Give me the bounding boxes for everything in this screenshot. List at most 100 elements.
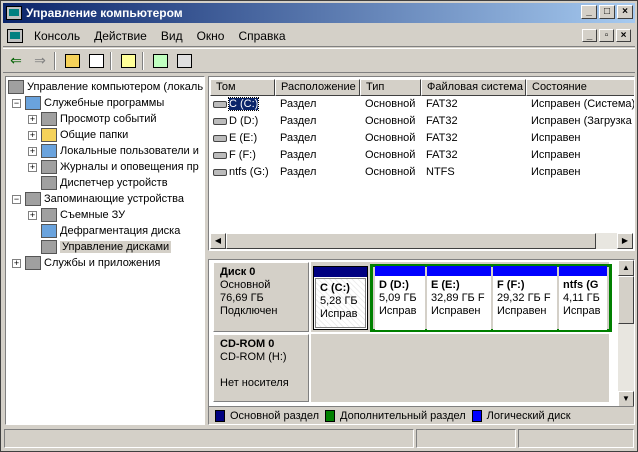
- table-row[interactable]: ntfs (G:) Раздел Основной NTFS Исправен: [211, 164, 634, 181]
- title-bar[interactable]: Управление компьютером _ □ ×: [3, 3, 635, 23]
- refresh-icon[interactable]: [149, 51, 171, 71]
- tree-item-system-tools[interactable]: − Служебные программы: [12, 95, 164, 111]
- drive-icon: [213, 134, 227, 142]
- legend-extended: Дополнительный раздел: [340, 409, 466, 422]
- expand-icon[interactable]: +: [28, 130, 37, 140]
- tree-item-event-viewer[interactable]: + Просмотр событий: [28, 111, 157, 127]
- tree-item-computer-management[interactable]: Управление компьютером (локаль: [8, 79, 203, 95]
- tree-item-local-users[interactable]: + Локальные пользователи и: [28, 143, 199, 159]
- menu-help[interactable]: Справка: [231, 29, 292, 43]
- cdrom-0-area[interactable]: [311, 334, 609, 402]
- tree-item-storage[interactable]: − Запоминающие устройства: [12, 191, 184, 207]
- scroll-thumb[interactable]: [226, 233, 596, 249]
- tree-item-removable-storage[interactable]: + Съемные ЗУ: [28, 207, 125, 223]
- mdi-restore-button[interactable]: ▫: [599, 29, 614, 42]
- collapse-icon[interactable]: −: [12, 98, 21, 108]
- expand-icon[interactable]: +: [28, 114, 37, 124]
- minimize-button[interactable]: _: [581, 5, 597, 19]
- close-button[interactable]: ×: [617, 5, 633, 19]
- volume-layout: Раздел: [280, 115, 317, 127]
- table-row[interactable]: C (C:) Раздел Основной FAT32 Исправен (С…: [211, 96, 634, 113]
- menu-window[interactable]: Окно: [190, 29, 232, 43]
- partition-name: E (E:): [431, 279, 460, 291]
- column-header-layout[interactable]: Расположение: [275, 79, 360, 96]
- show-tree-icon[interactable]: [85, 51, 107, 71]
- expand-icon[interactable]: +: [28, 210, 37, 220]
- scroll-up-icon[interactable]: ▲: [618, 260, 634, 276]
- scroll-down-icon[interactable]: ▼: [618, 391, 634, 407]
- tree-item-disk-management[interactable]: Управление дисками: [41, 239, 172, 255]
- disk-0-label[interactable]: Диск 0 Основной 76,69 ГБ Подключен: [213, 262, 309, 332]
- partition-c[interactable]: C (C:) 5,28 ГБ Исправ: [313, 266, 368, 330]
- partition-g[interactable]: ntfs (G 4,11 ГБ Исправ: [559, 266, 607, 330]
- partition-f[interactable]: F (F:) 29,32 ГБ F Исправен: [493, 266, 557, 330]
- volume-type: Основной: [365, 115, 416, 127]
- menu-action[interactable]: Действие: [87, 29, 154, 43]
- partition-e[interactable]: E (E:) 32,89 ГБ F Исправен: [427, 266, 491, 330]
- status-bar: [4, 429, 636, 449]
- column-header-volume[interactable]: Том: [210, 79, 275, 96]
- table-row[interactable]: F (F:) Раздел Основной FAT32 Исправен: [211, 147, 634, 164]
- forward-arrow-icon[interactable]: ⇒: [29, 51, 51, 71]
- partition-name: D (D:): [379, 279, 409, 291]
- up-folder-icon[interactable]: [61, 51, 83, 71]
- menu-console[interactable]: Консоль: [27, 29, 87, 43]
- volume-filesystem: FAT32: [426, 132, 458, 144]
- table-row[interactable]: D (D:) Раздел Основной FAT32 Исправен (З…: [211, 113, 634, 130]
- device-manager-icon: [41, 176, 57, 190]
- cdrom-0-label[interactable]: CD-ROM 0 CD-ROM (H:) Нет носителя: [213, 334, 309, 402]
- properties-icon[interactable]: [173, 51, 195, 71]
- disk-graphical-view: Диск 0 Основной 76,69 ГБ Подключен C (C:…: [208, 259, 635, 425]
- mdi-close-button[interactable]: ×: [616, 29, 631, 42]
- volume-type: Основной: [365, 132, 416, 144]
- volume-type: Основной: [365, 149, 416, 161]
- expand-icon[interactable]: +: [12, 258, 21, 268]
- maximize-button[interactable]: □: [599, 5, 615, 19]
- collapse-icon[interactable]: −: [12, 194, 21, 204]
- back-arrow-icon[interactable]: ⇐: [5, 51, 27, 71]
- tree-item-defragmentation[interactable]: Дефрагментация диска: [41, 223, 180, 239]
- expand-icon[interactable]: +: [28, 146, 37, 156]
- status-pane: [4, 429, 414, 448]
- partition-size: 4,11 ГБ: [563, 292, 600, 304]
- tree-item-logs-alerts[interactable]: + Журналы и оповещения пр: [28, 159, 199, 175]
- vertical-scrollbar[interactable]: ▲ ▼: [618, 260, 634, 407]
- window-title: Управление компьютером: [26, 6, 183, 20]
- mdi-minimize-button[interactable]: _: [582, 29, 597, 42]
- disk-management-icon: [41, 240, 57, 254]
- drive-icon: [213, 151, 227, 159]
- help-icon[interactable]: [117, 51, 139, 71]
- partition-status: Исправ: [563, 305, 601, 317]
- drive-icon: [213, 168, 227, 176]
- volume-status: Исправен: [531, 149, 581, 161]
- scroll-right-icon[interactable]: ▶: [617, 233, 633, 249]
- column-header-type[interactable]: Тип: [360, 79, 421, 96]
- console-icon[interactable]: [7, 28, 23, 43]
- partition-d[interactable]: D (D:) 5,09 ГБ Исправ: [375, 266, 425, 330]
- volume-layout: Раздел: [280, 166, 317, 178]
- computer-management-icon: [6, 6, 22, 20]
- table-row[interactable]: E (E:) Раздел Основной FAT32 Исправен: [211, 130, 634, 147]
- main-window: Управление компьютером _ □ × Консоль Дей…: [0, 0, 638, 452]
- scroll-left-icon[interactable]: ◀: [210, 233, 226, 249]
- volume-filesystem: FAT32: [426, 98, 458, 110]
- toolbar: ⇐ ⇒: [3, 48, 635, 73]
- tree-item-services-apps[interactable]: + Службы и приложения: [12, 255, 160, 271]
- menu-view[interactable]: Вид: [154, 29, 190, 43]
- horizontal-scrollbar[interactable]: ◀ ▶: [210, 233, 633, 249]
- volume-name: ntfs (G:): [229, 166, 269, 178]
- expand-icon[interactable]: +: [28, 162, 37, 172]
- volume-status: Исправен: [531, 132, 581, 144]
- column-header-status[interactable]: Состояние: [526, 79, 634, 96]
- tree-item-shared-folders[interactable]: + Общие папки: [28, 127, 128, 143]
- column-header-filesystem[interactable]: Файловая система: [421, 79, 526, 96]
- tree-item-device-manager[interactable]: Диспетчер устройств: [41, 175, 168, 191]
- volume-name: E (E:): [229, 132, 258, 144]
- partition-status: Исправ: [320, 308, 358, 320]
- primary-partition-swatch: [215, 409, 225, 422]
- toolbar-separator: [110, 51, 112, 70]
- toolbar-separator: [54, 51, 56, 70]
- volume-layout: Раздел: [280, 98, 317, 110]
- drive-icon: [213, 117, 227, 125]
- scroll-thumb[interactable]: [618, 276, 634, 324]
